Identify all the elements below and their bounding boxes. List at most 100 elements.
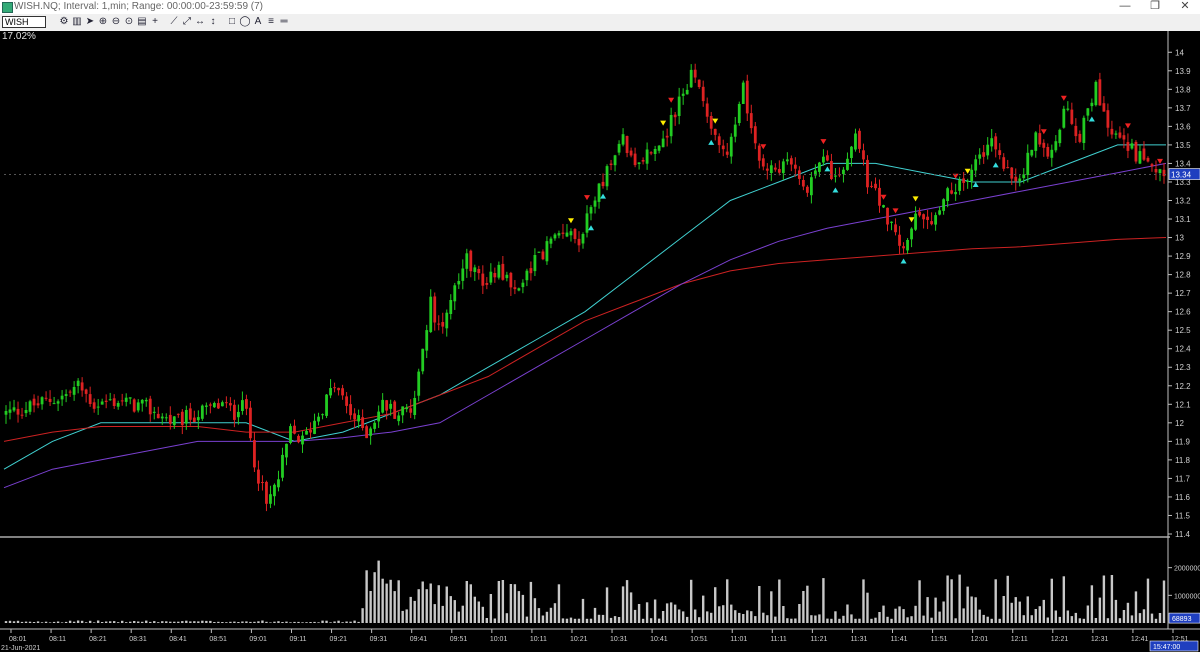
volume-bar [617,617,621,623]
volume-bar [573,618,577,623]
candle-body [297,435,300,443]
title-bar: WISH.NQ; Interval: 1,min; Range: 00:00:0… [0,0,1200,15]
ellipse-icon[interactable]: ◯ [239,16,251,28]
vertical-line-icon[interactable]: ↕ [207,16,219,28]
candle-body [1038,133,1042,145]
zoom-in-icon[interactable]: ⊕ [97,16,109,28]
candle-body [677,96,681,116]
price-tick-label: 12.9 [1175,252,1191,261]
time-tick-label: 10:21 [570,636,588,643]
volume-bar [185,620,188,623]
volume-bar [189,621,192,623]
volume-bar [902,609,905,623]
volume-bar [36,621,40,623]
minimize-button[interactable]: — [1110,0,1140,14]
window-title: WISH.NQ; Interval: 1,min; Range: 00:00:0… [14,1,264,12]
volume-bar [681,611,685,623]
candle-body [56,401,60,404]
rectangle-icon[interactable]: □ [226,16,238,28]
volume-bar [738,612,741,623]
volume-bar [878,612,881,623]
volume-bar [361,608,364,623]
close-button[interactable]: ✕ [1170,0,1200,14]
volume-bar [501,580,505,623]
volume-bar [890,618,893,623]
candle-body [341,388,344,396]
volume-bar [1062,576,1066,623]
settings-icon[interactable]: ⚙ [58,16,70,28]
volume-bar [854,618,857,623]
candle-body [196,417,200,421]
price-tick-label: 13.9 [1175,67,1191,76]
candle-body [1082,117,1086,143]
chart-type-icon[interactable]: ▤ [136,16,148,28]
volume-bar [762,612,765,623]
cursor-icon[interactable]: ➤ [84,16,96,28]
volume-bar [441,605,444,623]
horizontal-line-icon[interactable]: ↔ [194,16,206,28]
candle-body [902,246,905,249]
candle-body [805,186,809,193]
candle-body [866,159,869,188]
candle-body [116,403,120,407]
time-tick-label: 12:31 [1091,636,1109,643]
candle-body [441,322,445,327]
candle-body [1058,129,1062,144]
volume-bar [1110,575,1114,623]
candle-body [457,281,461,285]
candle-body [569,231,573,236]
volume-bar [894,608,897,623]
time-tick-label: 08:21 [89,636,107,643]
candle-body [705,103,709,117]
price-chart[interactable]: 1413.913.813.713.613.513.413.313.213.113… [0,31,1200,652]
bars-icon[interactable]: ▥ [71,16,83,28]
candle-body [417,371,421,396]
volume-bar [966,586,969,623]
candle-body [749,113,753,129]
volume-bar [734,610,737,623]
candle-body [353,413,356,420]
candle-body [88,394,92,404]
add-icon[interactable]: + [149,16,161,28]
candle-body [601,181,605,187]
restore-button[interactable]: ❐ [1140,0,1170,14]
volume-bar [870,618,873,623]
candle-body [1030,149,1034,156]
channel-icon[interactable]: ═ [278,16,290,28]
trendline-icon[interactable]: ⟋ [168,16,180,28]
candle-body [445,312,449,329]
candle-body [894,224,897,233]
volume-bar [758,586,761,623]
candle-body [549,238,553,244]
symbol-input[interactable] [2,16,46,28]
text-icon[interactable]: A [252,16,264,28]
zoom-fit-icon[interactable]: ⊙ [123,16,135,28]
candle-body [104,400,108,402]
volume-bar [710,612,713,623]
candle-body [333,387,336,389]
candle-body [329,388,332,396]
zoom-out-icon[interactable]: ⊖ [110,16,122,28]
volume-bar [8,620,12,623]
volume-bar [834,611,837,623]
volume-bar [541,615,545,623]
volume-bar [1086,605,1090,623]
volume-bar [974,597,977,623]
volume-bar [497,581,501,623]
price-tick-label: 12.2 [1175,382,1191,391]
volume-bar [665,603,669,623]
candle-body [605,166,609,187]
volume-bar [1130,615,1134,623]
volume-bar [489,594,493,623]
candle-body [1154,169,1158,173]
ray-icon[interactable]: ⤢ [181,16,193,28]
volume-bar [133,621,136,623]
candle-body [369,428,373,436]
candle-body [385,400,389,411]
volume-bar [910,616,913,623]
fib-icon[interactable]: ≡ [265,16,277,28]
volume-bar [48,622,52,623]
candle-body [938,210,942,215]
candle-body [573,229,577,239]
candle-body [525,270,529,281]
